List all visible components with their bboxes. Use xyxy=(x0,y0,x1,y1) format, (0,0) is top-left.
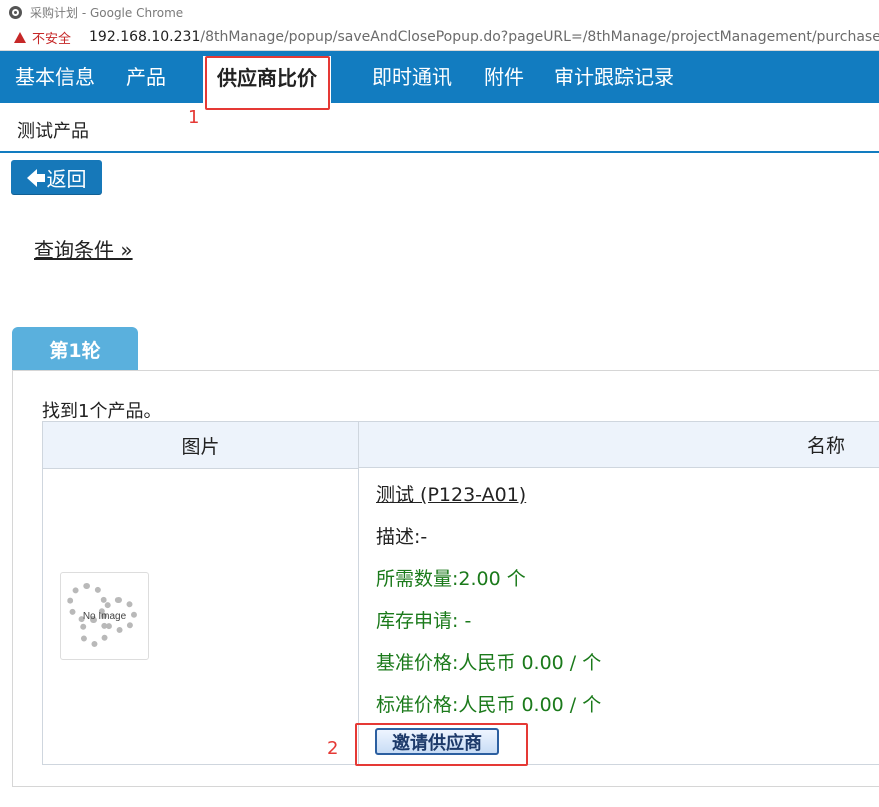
page-title: 测试产品 xyxy=(17,121,89,142)
tab-basic-info[interactable]: 基本信息 xyxy=(15,51,95,103)
invite-supplier-button[interactable]: 邀请供应商 xyxy=(375,728,499,755)
no-image-label: No Image xyxy=(82,611,127,622)
tab-bar: 基本信息 产品 供应商比价 即时通讯 附件 审计跟踪记录 xyxy=(0,51,879,106)
product-link[interactable]: 测试 (P123-A01) xyxy=(376,480,526,507)
title-divider xyxy=(0,151,879,153)
required-quantity: 所需数量:2.00 个 xyxy=(376,568,526,590)
tab-audit-trail[interactable]: 审计跟踪记录 xyxy=(554,51,674,103)
annotation-number-1: 1 xyxy=(188,107,200,128)
standard-price: 标准价格:人民币 0.00 / 个 xyxy=(376,694,602,716)
base-price: 基准价格:人民币 0.00 / 个 xyxy=(376,652,602,674)
tab-instant-messaging[interactable]: 即时通讯 xyxy=(372,51,452,103)
stock-request: 库存申请: - xyxy=(376,610,472,632)
tab-attachments[interactable]: 附件 xyxy=(484,51,524,103)
url-host[interactable]: 192.168.10.231 xyxy=(89,29,200,45)
arrow-left-icon-tail xyxy=(36,173,45,182)
back-button-label: 返回 xyxy=(46,167,87,191)
tab-supplier-compare[interactable]: 供应商比价 xyxy=(203,56,331,106)
address-bar[interactable]: 不安全 192.168.10.231/8thManage/popup/saveA… xyxy=(0,24,879,51)
arrow-left-icon xyxy=(26,168,37,187)
annotation-number-2: 2 xyxy=(327,738,339,759)
column-divider xyxy=(358,469,359,764)
back-button[interactable]: 返回 xyxy=(11,160,102,195)
chrome-favicon-icon xyxy=(9,5,22,19)
round-tab[interactable]: 第1轮 xyxy=(12,327,138,371)
window-title: 采购计划 - Google Chrome xyxy=(30,5,184,20)
product-thumbnail: No Image xyxy=(60,572,149,660)
column-header-image: 图片 xyxy=(43,422,359,469)
product-description: 描述:- xyxy=(376,526,428,548)
query-conditions-link[interactable]: 查询条件 » xyxy=(34,234,133,263)
column-header-name: 名称 xyxy=(359,422,879,468)
result-count-text: 找到1个产品。 xyxy=(42,401,162,422)
tab-products[interactable]: 产品 xyxy=(126,51,166,103)
browser-titlebar: 采购计划 - Google Chrome xyxy=(0,0,879,24)
security-label: 不安全 xyxy=(32,31,72,47)
url-path[interactable]: /8thManage/popup/saveAndClosePopup.do?pa… xyxy=(200,29,879,45)
warning-icon xyxy=(14,31,26,43)
